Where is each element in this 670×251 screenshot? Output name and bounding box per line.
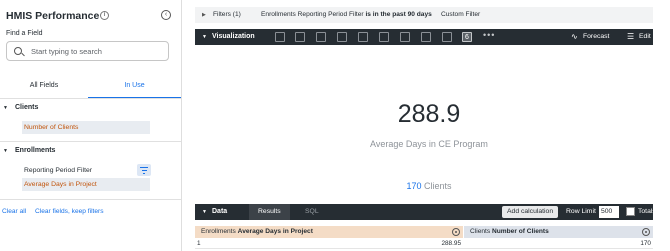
field-reporting-period-filter[interactable]: Reporting Period Filter	[22, 164, 132, 177]
bar-chart-icon[interactable]	[295, 32, 305, 42]
column-view-name: Clients	[470, 228, 491, 235]
row-number: 1	[197, 240, 201, 247]
field-picker-header: HMIS Performance i ‹	[6, 10, 171, 24]
edit-button[interactable]: Edit	[639, 33, 651, 40]
pin-icon[interactable]	[442, 32, 452, 42]
cell-average-days: 288.95	[441, 240, 461, 247]
caret-down-icon: ▼	[202, 209, 207, 215]
row-limit-input[interactable]: 500	[599, 206, 619, 218]
visualization-toggle[interactable]: Visualization	[212, 33, 255, 40]
group-label-enrollments: Enrollments	[15, 147, 56, 154]
area-chart-icon[interactable]	[379, 32, 389, 42]
comparison-label: Clients	[424, 181, 452, 191]
column-field-name: Average Days in Project	[237, 228, 313, 235]
filter-condition: is in the past 90 days	[365, 11, 432, 18]
explore-title: HMIS Performance	[6, 10, 100, 22]
tab-results[interactable]: Results	[249, 204, 290, 220]
comparison-value: 170	[406, 181, 422, 191]
filters-toggle[interactable]: Filters (1)	[213, 11, 241, 18]
custom-filter-link[interactable]: Custom Filter	[441, 11, 480, 18]
explore-content: ▶ Filters (1) Enrollments Reporting Peri…	[190, 0, 670, 251]
clear-all-link[interactable]: Clear all	[2, 208, 26, 215]
field-average-days-in-project[interactable]: Average Days in Project	[22, 178, 150, 191]
column-header-average-days[interactable]: Enrollments Average Days in Project	[195, 226, 463, 238]
caret-down-icon: ▼	[202, 34, 207, 40]
field-number-of-clients[interactable]: Number of Clients	[22, 121, 150, 134]
tab-sql[interactable]: SQL	[296, 204, 328, 220]
row-limit-label: Row Limit	[566, 208, 596, 215]
column-view-name: Enrollments	[201, 228, 236, 235]
field-tabs: All Fields In Use	[0, 79, 181, 98]
filter-field-name: Enrollments Reporting Period Filter	[261, 11, 364, 18]
column-header-number-of-clients[interactable]: Clients Number of Clients	[464, 226, 653, 238]
gear-icon[interactable]	[642, 228, 650, 236]
line-chart-icon[interactable]	[358, 32, 368, 42]
search-icon	[14, 47, 22, 55]
filter-icon[interactable]	[137, 164, 151, 176]
scatter-icon[interactable]	[337, 32, 347, 42]
kpi-label: Average Days in CE Program	[370, 139, 488, 149]
totals-label: Totals	[638, 208, 656, 215]
settings-sliders-icon: ☰	[627, 32, 635, 41]
pie-chart-icon[interactable]	[400, 32, 410, 42]
filters-bar[interactable]: ▶ Filters (1) Enrollments Reporting Peri…	[195, 7, 653, 23]
gear-icon[interactable]	[452, 228, 460, 236]
forecast-icon: ∿	[571, 32, 578, 41]
column-field-name: Number of Clients	[492, 228, 549, 235]
find-field-label: Find a Field	[6, 30, 43, 37]
group-label-clients: Clients	[15, 104, 39, 111]
visualization-bar: ▼ Visualization 6 ••• ∿ Forecast ☰ Edit	[195, 29, 653, 45]
caret-down-icon: ▼	[3, 148, 8, 154]
data-toggle[interactable]: Data	[212, 208, 227, 215]
field-search-box[interactable]	[6, 41, 169, 61]
table-row: 1 288.95 170	[195, 240, 653, 249]
group-divider	[0, 141, 181, 142]
table-icon[interactable]	[275, 32, 285, 42]
info-icon[interactable]: i	[100, 11, 109, 20]
cell-number-of-clients: 170	[640, 240, 651, 247]
field-search-input[interactable]	[31, 45, 161, 58]
data-bar: ▼ Data Results SQL Add calculation Row L…	[195, 204, 656, 220]
collapse-panel-icon[interactable]: ‹	[161, 10, 171, 20]
map-icon[interactable]	[421, 32, 431, 42]
tab-all-fields[interactable]: All Fields	[0, 79, 88, 98]
forecast-button[interactable]: Forecast	[583, 33, 609, 40]
tabs-divider	[0, 98, 181, 99]
group-clients[interactable]: ▼ Clients	[0, 104, 181, 114]
caret-down-icon: ▼	[3, 105, 8, 111]
field-picker-panel: HMIS Performance i ‹ Find a Field All Fi…	[0, 0, 182, 251]
add-calculation-button[interactable]: Add calculation	[502, 206, 559, 218]
group-enrollments[interactable]: ▼ Enrollments	[0, 147, 181, 157]
kpi-value: 288.9	[397, 100, 461, 128]
clear-fields-keep-filters-link[interactable]: Clear fields, keep filters	[35, 208, 104, 215]
column-chart-icon[interactable]	[316, 32, 326, 42]
kpi-comparison: 170 Clients	[190, 181, 668, 191]
single-value-icon[interactable]: 6	[462, 32, 472, 42]
totals-checkbox[interactable]	[626, 207, 635, 216]
filter-summary: Enrollments Reporting Period Filter is i…	[261, 11, 432, 18]
more-visualizations-icon[interactable]: •••	[483, 30, 495, 40]
footer-divider	[0, 199, 181, 200]
caret-right-icon: ▶	[202, 12, 206, 18]
tab-in-use[interactable]: In Use	[88, 79, 181, 98]
